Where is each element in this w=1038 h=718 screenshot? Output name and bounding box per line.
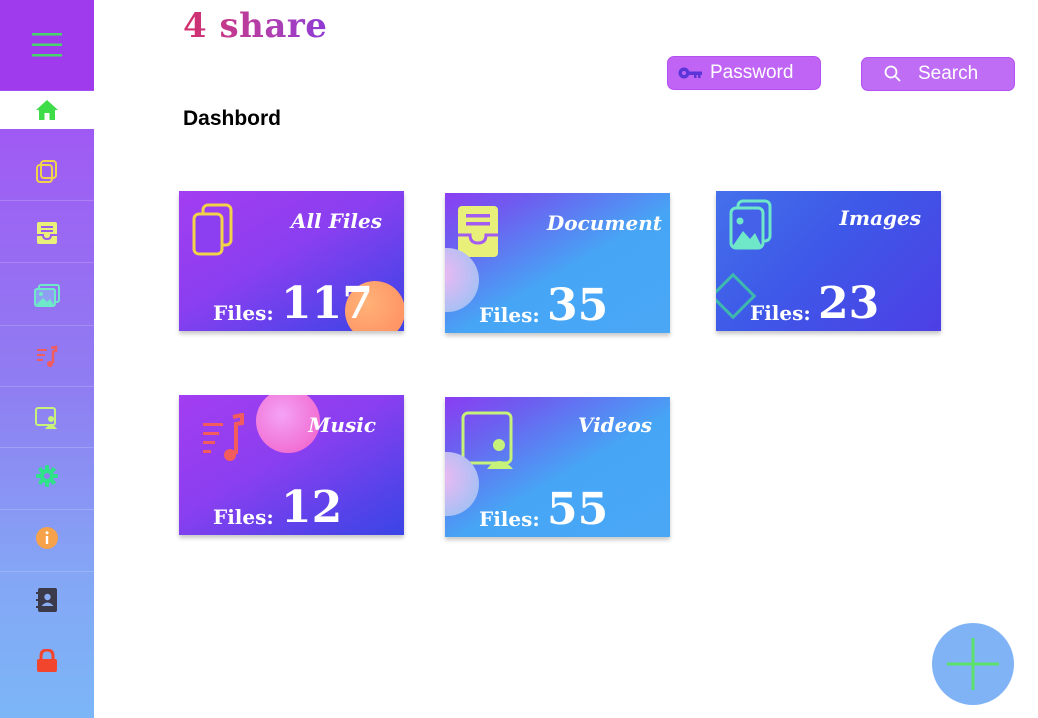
images-icon bbox=[34, 284, 60, 307]
card-title: Images bbox=[839, 206, 921, 230]
sidebar-item-all-files[interactable] bbox=[0, 140, 94, 202]
files-label: Files: bbox=[479, 507, 540, 531]
music-icon bbox=[37, 345, 58, 367]
files-label: Files: bbox=[213, 505, 274, 529]
files-label: Files: bbox=[479, 303, 540, 327]
gear-icon bbox=[36, 465, 58, 487]
home-icon bbox=[36, 100, 58, 120]
add-button[interactable] bbox=[932, 623, 1014, 705]
info-icon bbox=[36, 527, 58, 549]
card-all-files[interactable]: All Files Files: 117 bbox=[179, 191, 404, 331]
card-document[interactable]: Document Files: 35 bbox=[445, 193, 670, 333]
sidebar-divider bbox=[0, 200, 94, 201]
card-title: Music bbox=[308, 413, 376, 437]
menu-button[interactable] bbox=[0, 0, 94, 90]
password-label: Password bbox=[710, 62, 794, 83]
app-root: 4 share Password Search Dashbord All Fil… bbox=[0, 0, 1038, 718]
search-icon bbox=[884, 65, 901, 82]
files-label: Files: bbox=[213, 301, 274, 325]
card-images[interactable]: Images Files: 23 bbox=[716, 191, 941, 331]
copy-icon bbox=[36, 160, 57, 183]
card-music[interactable]: Music Files: 12 bbox=[179, 395, 404, 535]
search-button[interactable]: Search bbox=[861, 57, 1015, 91]
music-icon bbox=[203, 413, 244, 461]
key-icon bbox=[678, 67, 702, 79]
sidebar-item-contacts[interactable] bbox=[0, 569, 94, 631]
sidebar-item-documents[interactable] bbox=[0, 202, 94, 264]
sidebar-item-info[interactable] bbox=[0, 507, 94, 569]
sidebar-item-music[interactable] bbox=[0, 326, 94, 388]
sidebar-item-settings[interactable] bbox=[0, 445, 94, 507]
page-title: Dashbord bbox=[183, 107, 282, 130]
app-logo: 4 share bbox=[183, 6, 328, 46]
files-count: 117 bbox=[281, 278, 373, 329]
files-count: 23 bbox=[818, 278, 880, 329]
card-title: All Files bbox=[290, 209, 382, 233]
files-label: Files: bbox=[750, 301, 811, 325]
lock-icon bbox=[37, 649, 57, 672]
contacts-icon bbox=[36, 588, 57, 612]
sidebar-divider bbox=[0, 262, 94, 263]
hamburger-icon bbox=[32, 33, 62, 57]
sidebar-item-images[interactable] bbox=[0, 265, 94, 327]
card-title: Document bbox=[546, 211, 662, 235]
card-videos[interactable]: Videos Files: 55 bbox=[445, 397, 670, 537]
files-count: 12 bbox=[281, 482, 343, 533]
sidebar-item-home[interactable] bbox=[0, 91, 94, 129]
inbox-icon bbox=[458, 206, 498, 257]
sidebar bbox=[0, 0, 94, 718]
copy-icon bbox=[192, 203, 233, 256]
files-count: 55 bbox=[547, 484, 609, 535]
inbox-icon bbox=[37, 222, 57, 244]
files-count: 35 bbox=[547, 280, 609, 331]
video-user-icon bbox=[35, 407, 57, 429]
sidebar-item-videos[interactable] bbox=[0, 387, 94, 449]
sidebar-item-lock[interactable] bbox=[0, 630, 94, 692]
card-title: Videos bbox=[577, 413, 652, 437]
plus-icon bbox=[947, 638, 999, 690]
images-icon bbox=[729, 199, 772, 250]
search-label: Search bbox=[918, 63, 979, 84]
password-button[interactable]: Password bbox=[667, 56, 821, 90]
